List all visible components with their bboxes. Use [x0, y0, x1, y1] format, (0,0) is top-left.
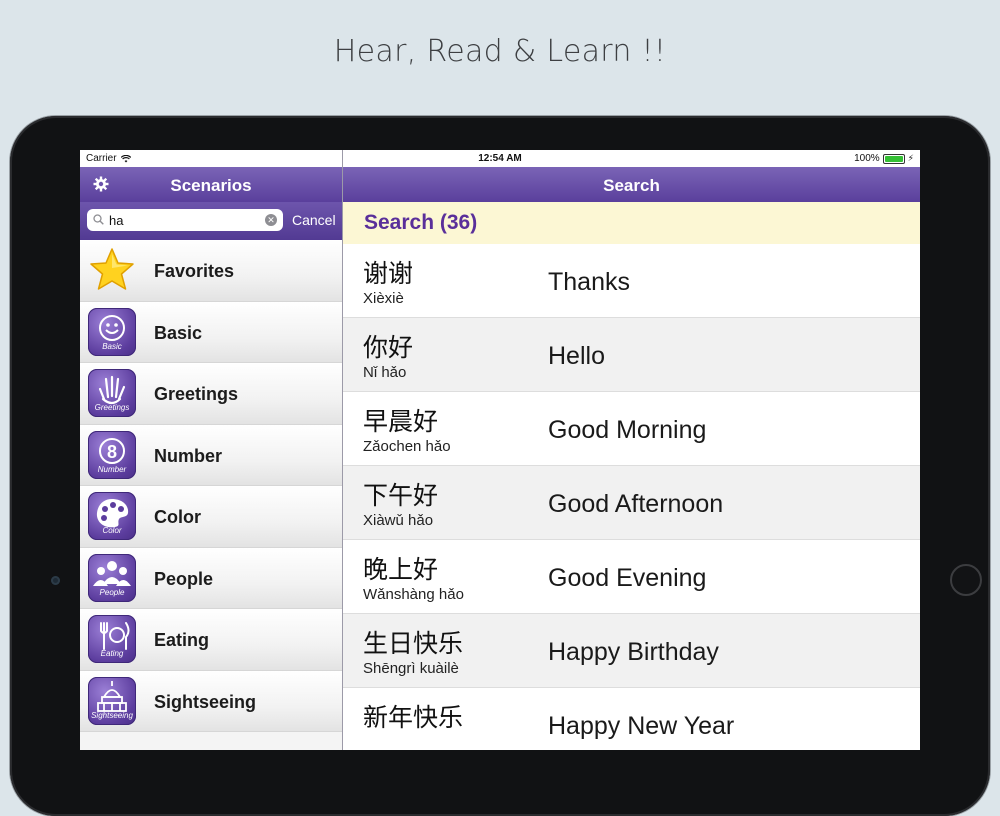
- scenario-list: Favorites Basic Basic Greetings Greeting…: [80, 240, 342, 732]
- utensils-icon: Eating: [88, 615, 136, 663]
- scenario-item-color[interactable]: Color Color: [80, 486, 342, 548]
- smiley-icon: Basic: [88, 307, 136, 356]
- phrase-pinyin: Xiàwǔ hǎo: [363, 512, 434, 529]
- phrase-english: Hello: [548, 342, 605, 370]
- scenario-icon-caption: Basic: [102, 341, 122, 351]
- scenario-label: Sightseeing: [154, 691, 257, 712]
- scenario-item-greetings[interactable]: Greetings Greetings: [80, 363, 342, 425]
- hand-icon: Greetings: [88, 369, 136, 417]
- people-icon: People: [88, 553, 136, 602]
- phrase-hanzi: 你好: [363, 333, 414, 362]
- phrase-english: Good Afternoon: [548, 490, 724, 518]
- battery-indicator: 100% ⚡: [854, 153, 914, 164]
- phrase-hanzi: 晚上好: [363, 555, 439, 584]
- scenario-icon-caption: Greetings: [94, 403, 130, 412]
- scenario-item-eating[interactable]: Eating Eating: [80, 609, 342, 671]
- phrase-pinyin: Nǐ hǎo: [363, 364, 407, 381]
- search-input[interactable]: [109, 211, 259, 229]
- scenario-item-number[interactable]: 8 Number Number: [80, 424, 342, 486]
- status-time: 12:54 AM: [478, 153, 522, 164]
- scenario-label: Eating: [154, 630, 210, 650]
- scenario-item-basic[interactable]: Basic Basic: [80, 301, 342, 363]
- cancel-button[interactable]: Cancel: [292, 212, 336, 228]
- scenario-label: Color: [154, 507, 201, 527]
- search-results-pane: Search Search (36) 谢谢 Xièxiè Thanks 你好 N…: [343, 150, 920, 750]
- home-button[interactable]: [950, 564, 982, 596]
- scenario-label: People: [154, 568, 214, 589]
- phrase-row[interactable]: 谢谢 Xièxiè Thanks: [343, 244, 920, 318]
- scenario-item-favorites[interactable]: Favorites: [80, 240, 342, 302]
- scenario-label: Greetings: [154, 384, 239, 404]
- phrase-hanzi: 新年快乐: [363, 703, 464, 732]
- phrase-row[interactable]: 晚上好 Wǎnshàng hǎo Good Evening: [343, 540, 920, 614]
- scenario-label: Favorites: [154, 261, 235, 281]
- phrase-hanzi: 早晨好: [363, 407, 439, 436]
- scenario-icon-caption: Sightseeing: [91, 710, 133, 720]
- scenario-label: Basic: [154, 322, 203, 343]
- search-title: Search: [603, 176, 660, 195]
- results-count: Search (36): [364, 211, 478, 234]
- phrase-list: 谢谢 Xièxiè Thanks 你好 Nǐ hǎo Hello 早晨好 Zǎo…: [343, 244, 920, 750]
- clear-search-icon[interactable]: ✕: [265, 214, 277, 226]
- scenarios-title: Scenarios: [170, 176, 252, 195]
- search-bar: ✕ Cancel: [80, 202, 342, 240]
- split-divider: [342, 150, 343, 750]
- phrase-english: Happy Birthday: [548, 638, 719, 666]
- phrase-pinyin: Wǎnshàng hǎo: [363, 586, 464, 603]
- phrase-row[interactable]: 下午好 Xiàwǔ hǎo Good Afternoon: [343, 466, 920, 540]
- scenarios-pane: Scenarios ✕ Cancel: [80, 150, 342, 750]
- phrase-hanzi: 下午好: [363, 481, 439, 510]
- charging-icon: ⚡: [907, 153, 914, 163]
- phrase-pinyin: Zǎochen hǎo: [363, 438, 451, 455]
- svg-text:8: 8: [107, 442, 117, 462]
- scenario-item-sightseeing[interactable]: Sightseeing Sightseeing: [80, 670, 342, 732]
- camera-icon: [51, 576, 60, 585]
- phrase-english: Good Evening: [548, 564, 707, 592]
- app-screen: Carrier 12:54 AM 100% ⚡ Scenarios ha ✕ C…: [80, 150, 920, 750]
- scenario-icon-caption: Number: [97, 464, 127, 474]
- phrase-row[interactable]: 你好 Nǐ hǎo Hello: [343, 318, 920, 392]
- search-icon: [93, 214, 104, 225]
- scenarios-nav-bar: Scenarios: [80, 167, 342, 202]
- phrase-english: Happy New Year: [548, 712, 735, 740]
- marketing-headline: Hear, Read & Learn !!: [333, 34, 667, 69]
- scenario-icon-caption: Eating: [100, 649, 124, 658]
- results-header: Search (36): [343, 202, 920, 245]
- scenario-label: Number: [154, 445, 223, 466]
- phrase-row[interactable]: 早晨好 Zǎochen hǎo Good Morning: [343, 392, 920, 466]
- search-nav-bar: Search: [343, 167, 920, 202]
- phrase-pinyin: Shēngrì kuàilè: [363, 660, 459, 677]
- phrase-hanzi: 谢谢: [363, 259, 414, 288]
- landmark-icon: Sightseeing: [88, 676, 136, 725]
- star-icon: [88, 246, 136, 294]
- phrase-row[interactable]: 新年快乐 Happy New Year: [343, 688, 920, 750]
- phrase-row[interactable]: 生日快乐 Shēngrì kuàilè Happy Birthday: [343, 614, 920, 688]
- battery-percent: 100%: [854, 153, 880, 164]
- number-icon: 8 Number: [88, 430, 136, 479]
- scenario-icon-caption: People: [99, 587, 125, 597]
- scenario-icon-caption: Color: [102, 526, 122, 535]
- status-bar: Carrier 12:54 AM 100% ⚡: [80, 150, 920, 167]
- phrase-hanzi: 生日快乐: [363, 629, 464, 658]
- battery-icon: [882, 153, 905, 164]
- search-field[interactable]: ✕: [87, 209, 283, 231]
- phrase-pinyin: Xièxiè: [363, 290, 404, 307]
- scenario-item-people[interactable]: People People: [80, 547, 342, 609]
- phrase-english: Good Morning: [548, 416, 707, 444]
- phrase-english: Thanks: [548, 268, 630, 296]
- palette-icon: Color: [88, 492, 136, 540]
